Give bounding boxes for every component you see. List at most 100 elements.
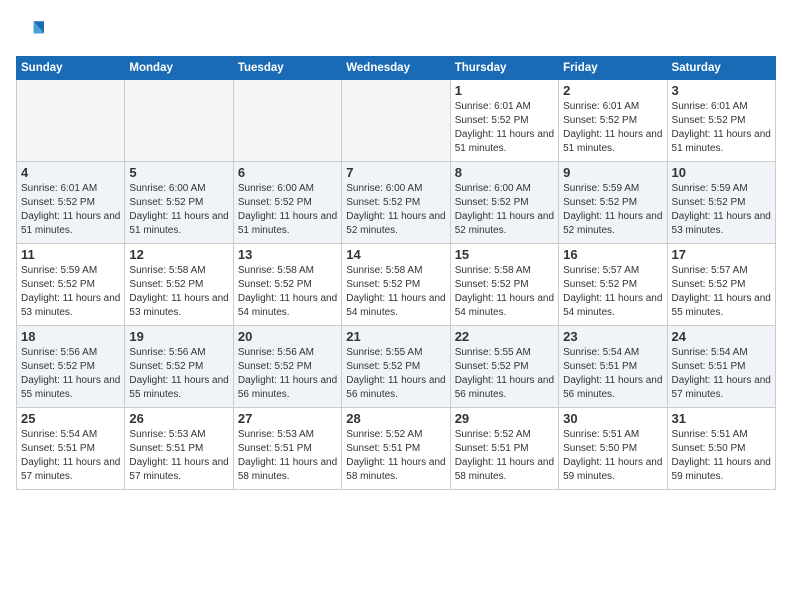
day-info: Sunrise: 5:54 AMSunset: 5:51 PMDaylight:… bbox=[21, 428, 120, 484]
day-info: Sunrise: 5:57 AMSunset: 5:52 PMDaylight:… bbox=[563, 264, 662, 320]
day-number: 12 bbox=[129, 247, 228, 262]
day-number: 29 bbox=[455, 411, 554, 426]
day-info: Sunrise: 5:53 AMSunset: 5:51 PMDaylight:… bbox=[129, 428, 228, 484]
calendar-cell: 4 Sunrise: 6:01 AMSunset: 5:52 PMDaylight… bbox=[17, 162, 125, 244]
day-info: Sunrise: 5:53 AMSunset: 5:51 PMDaylight:… bbox=[238, 428, 337, 484]
day-number: 15 bbox=[455, 247, 554, 262]
day-number: 26 bbox=[129, 411, 228, 426]
calendar-cell: 7 Sunrise: 6:00 AMSunset: 5:52 PMDaylight… bbox=[342, 162, 450, 244]
calendar-header-row: SundayMondayTuesdayWednesdayThursdayFrid… bbox=[17, 57, 776, 80]
calendar-week-4: 25 Sunrise: 5:54 AMSunset: 5:51 PMDayligh… bbox=[17, 408, 776, 490]
day-number: 4 bbox=[21, 165, 120, 180]
day-number: 25 bbox=[21, 411, 120, 426]
day-number: 14 bbox=[346, 247, 445, 262]
calendar: SundayMondayTuesdayWednesdayThursdayFrid… bbox=[16, 56, 776, 490]
calendar-cell: 8 Sunrise: 6:00 AMSunset: 5:52 PMDaylight… bbox=[450, 162, 558, 244]
day-info: Sunrise: 5:58 AMSunset: 5:52 PMDaylight:… bbox=[346, 264, 445, 320]
day-info: Sunrise: 6:00 AMSunset: 5:52 PMDaylight:… bbox=[238, 182, 337, 238]
calendar-cell bbox=[17, 80, 125, 162]
day-number: 9 bbox=[563, 165, 662, 180]
day-number: 31 bbox=[672, 411, 771, 426]
calendar-cell: 3 Sunrise: 6:01 AMSunset: 5:52 PMDaylight… bbox=[667, 80, 775, 162]
calendar-cell bbox=[233, 80, 341, 162]
day-info: Sunrise: 5:52 AMSunset: 5:51 PMDaylight:… bbox=[346, 428, 445, 484]
calendar-header-wednesday: Wednesday bbox=[342, 57, 450, 80]
day-info: Sunrise: 5:58 AMSunset: 5:52 PMDaylight:… bbox=[129, 264, 228, 320]
page-header bbox=[16, 16, 776, 44]
calendar-cell: 29Sunrise: 5:52 AMSunset: 5:51 PMDayligh… bbox=[450, 408, 558, 490]
calendar-cell: 6 Sunrise: 6:00 AMSunset: 5:52 PMDaylight… bbox=[233, 162, 341, 244]
calendar-cell: 31 Sunrise: 5:51 AMSunset: 5:50 PMDayligh… bbox=[667, 408, 775, 490]
day-number: 30 bbox=[563, 411, 662, 426]
calendar-week-2: 11Sunrise: 5:59 AMSunset: 5:52 PMDayligh… bbox=[17, 244, 776, 326]
day-number: 20 bbox=[238, 329, 337, 344]
day-info: Sunrise: 5:55 AMSunset: 5:52 PMDaylight:… bbox=[455, 346, 554, 402]
calendar-cell: 12 Sunrise: 5:58 AMSunset: 5:52 PMDayligh… bbox=[125, 244, 233, 326]
day-info: Sunrise: 5:54 AMSunset: 5:51 PMDaylight:… bbox=[563, 346, 662, 402]
calendar-cell: 13 Sunrise: 5:58 AMSunset: 5:52 PMDayligh… bbox=[233, 244, 341, 326]
day-info: Sunrise: 5:59 AMSunset: 5:52 PMDaylight:… bbox=[21, 264, 120, 320]
day-number: 18 bbox=[21, 329, 120, 344]
calendar-cell: 23 Sunrise: 5:54 AMSunset: 5:51 PMDayligh… bbox=[559, 326, 667, 408]
logo-icon bbox=[16, 16, 44, 44]
day-info: Sunrise: 5:57 AMSunset: 5:52 PMDaylight:… bbox=[672, 264, 771, 320]
calendar-cell: 21 Sunrise: 5:55 AMSunset: 5:52 PMDayligh… bbox=[342, 326, 450, 408]
day-number: 21 bbox=[346, 329, 445, 344]
calendar-header-sunday: Sunday bbox=[17, 57, 125, 80]
day-info: Sunrise: 6:01 AMSunset: 5:52 PMDaylight:… bbox=[563, 100, 662, 156]
day-number: 5 bbox=[129, 165, 228, 180]
day-info: Sunrise: 5:59 AMSunset: 5:52 PMDaylight:… bbox=[563, 182, 662, 238]
day-info: Sunrise: 5:56 AMSunset: 5:52 PMDaylight:… bbox=[129, 346, 228, 402]
calendar-cell bbox=[342, 80, 450, 162]
calendar-cell: 22Sunrise: 5:55 AMSunset: 5:52 PMDayligh… bbox=[450, 326, 558, 408]
calendar-cell: 20Sunrise: 5:56 AMSunset: 5:52 PMDayligh… bbox=[233, 326, 341, 408]
calendar-cell: 5 Sunrise: 6:00 AMSunset: 5:52 PMDaylight… bbox=[125, 162, 233, 244]
calendar-cell: 11Sunrise: 5:59 AMSunset: 5:52 PMDayligh… bbox=[17, 244, 125, 326]
day-info: Sunrise: 5:59 AMSunset: 5:52 PMDaylight:… bbox=[672, 182, 771, 238]
day-number: 17 bbox=[672, 247, 771, 262]
calendar-cell: 25 Sunrise: 5:54 AMSunset: 5:51 PMDayligh… bbox=[17, 408, 125, 490]
calendar-header-monday: Monday bbox=[125, 57, 233, 80]
day-number: 8 bbox=[455, 165, 554, 180]
calendar-cell: 19Sunrise: 5:56 AMSunset: 5:52 PMDayligh… bbox=[125, 326, 233, 408]
calendar-cell: 18 Sunrise: 5:56 AMSunset: 5:52 PMDayligh… bbox=[17, 326, 125, 408]
calendar-week-3: 18 Sunrise: 5:56 AMSunset: 5:52 PMDayligh… bbox=[17, 326, 776, 408]
day-info: Sunrise: 6:01 AMSunset: 5:52 PMDaylight:… bbox=[672, 100, 771, 156]
day-info: Sunrise: 5:58 AMSunset: 5:52 PMDaylight:… bbox=[238, 264, 337, 320]
day-info: Sunrise: 6:00 AMSunset: 5:52 PMDaylight:… bbox=[346, 182, 445, 238]
day-number: 28 bbox=[346, 411, 445, 426]
calendar-cell: 10Sunrise: 5:59 AMSunset: 5:52 PMDayligh… bbox=[667, 162, 775, 244]
day-info: Sunrise: 5:58 AMSunset: 5:52 PMDaylight:… bbox=[455, 264, 554, 320]
day-number: 16 bbox=[563, 247, 662, 262]
calendar-week-0: 1 Sunrise: 6:01 AMSunset: 5:52 PMDaylight… bbox=[17, 80, 776, 162]
calendar-cell: 28 Sunrise: 5:52 AMSunset: 5:51 PMDayligh… bbox=[342, 408, 450, 490]
day-info: Sunrise: 5:51 AMSunset: 5:50 PMDaylight:… bbox=[672, 428, 771, 484]
day-info: Sunrise: 6:01 AMSunset: 5:52 PMDaylight:… bbox=[455, 100, 554, 156]
day-number: 6 bbox=[238, 165, 337, 180]
day-info: Sunrise: 5:51 AMSunset: 5:50 PMDaylight:… bbox=[563, 428, 662, 484]
calendar-header-thursday: Thursday bbox=[450, 57, 558, 80]
day-info: Sunrise: 5:56 AMSunset: 5:52 PMDaylight:… bbox=[21, 346, 120, 402]
day-info: Sunrise: 6:00 AMSunset: 5:52 PMDaylight:… bbox=[455, 182, 554, 238]
calendar-cell: 17 Sunrise: 5:57 AMSunset: 5:52 PMDayligh… bbox=[667, 244, 775, 326]
day-number: 3 bbox=[672, 83, 771, 98]
calendar-cell: 14 Sunrise: 5:58 AMSunset: 5:52 PMDayligh… bbox=[342, 244, 450, 326]
calendar-header-friday: Friday bbox=[559, 57, 667, 80]
day-number: 23 bbox=[563, 329, 662, 344]
calendar-cell: 24 Sunrise: 5:54 AMSunset: 5:51 PMDayligh… bbox=[667, 326, 775, 408]
calendar-cell: 26 Sunrise: 5:53 AMSunset: 5:51 PMDayligh… bbox=[125, 408, 233, 490]
day-info: Sunrise: 5:55 AMSunset: 5:52 PMDaylight:… bbox=[346, 346, 445, 402]
calendar-cell: 16 Sunrise: 5:57 AMSunset: 5:52 PMDayligh… bbox=[559, 244, 667, 326]
day-number: 13 bbox=[238, 247, 337, 262]
day-info: Sunrise: 6:00 AMSunset: 5:52 PMDaylight:… bbox=[129, 182, 228, 238]
calendar-cell: 2Sunrise: 6:01 AMSunset: 5:52 PMDaylight… bbox=[559, 80, 667, 162]
day-info: Sunrise: 5:54 AMSunset: 5:51 PMDaylight:… bbox=[672, 346, 771, 402]
day-info: Sunrise: 6:01 AMSunset: 5:52 PMDaylight:… bbox=[21, 182, 120, 238]
calendar-cell: 9 Sunrise: 5:59 AMSunset: 5:52 PMDaylight… bbox=[559, 162, 667, 244]
calendar-cell: 27Sunrise: 5:53 AMSunset: 5:51 PMDayligh… bbox=[233, 408, 341, 490]
calendar-cell: 1 Sunrise: 6:01 AMSunset: 5:52 PMDaylight… bbox=[450, 80, 558, 162]
day-number: 24 bbox=[672, 329, 771, 344]
day-number: 1 bbox=[455, 83, 554, 98]
logo bbox=[16, 16, 48, 44]
day-number: 7 bbox=[346, 165, 445, 180]
